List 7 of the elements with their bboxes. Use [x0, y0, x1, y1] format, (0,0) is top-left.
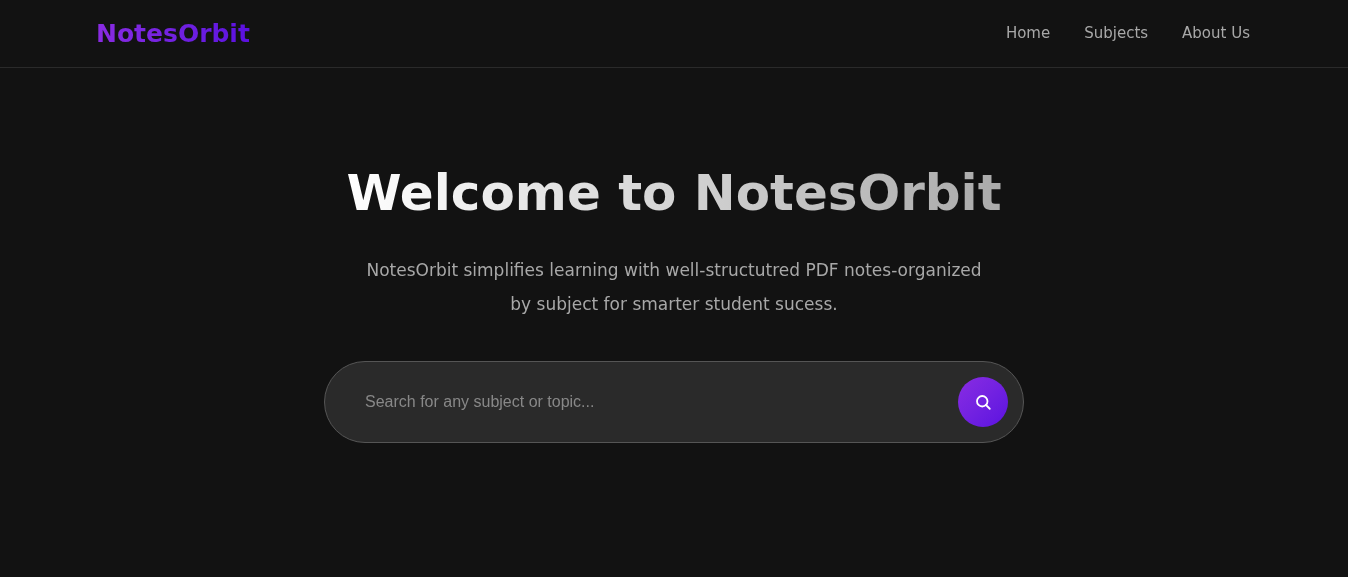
hero-subtitle: NotesOrbit simplifies learning with well-structutred PDF notes-organized by subject for smarter student sucess.	[365, 259, 983, 316]
nav-link[interactable]: Subjects	[1084, 22, 1149, 45]
search-icon	[974, 393, 992, 411]
search-button[interactable]	[958, 377, 1008, 427]
nav-link[interactable]: About Us	[1182, 22, 1250, 45]
search-field[interactable]: Search for any subject or topic...	[365, 390, 958, 414]
nav-link[interactable]: Home	[1005, 22, 1051, 45]
